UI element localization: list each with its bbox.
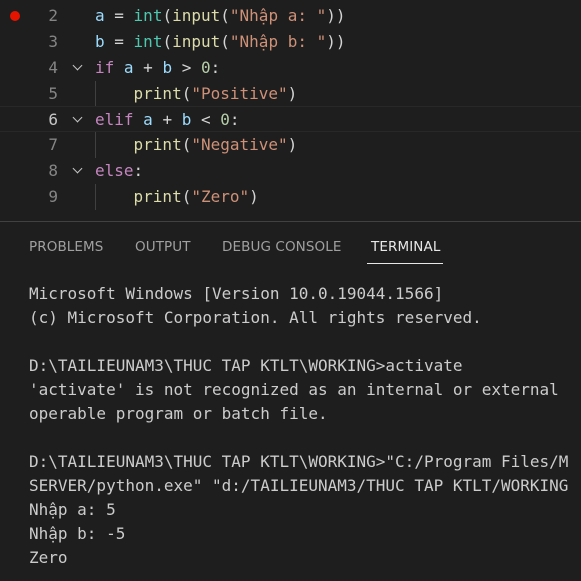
tab-debug-console[interactable]: DEBUG CONSOLE: [222, 239, 342, 255]
line-number: 8: [48, 161, 58, 180]
code-line[interactable]: 4 if a + b > 0:: [0, 55, 581, 81]
breakpoint-icon[interactable]: [10, 11, 20, 21]
line-number: 6: [48, 110, 58, 129]
terminal-line: Microsoft Windows [Version 10.0.19044.15…: [29, 284, 444, 303]
code-text[interactable]: b = int(input("Nhập b: ")): [95, 29, 346, 55]
active-tab-indicator: [367, 263, 443, 264]
terminal-line: D:\TAILIEUNAM3\THUC TAP KTLT\WORKING>act…: [29, 356, 463, 375]
fold-chevron-icon[interactable]: [72, 55, 86, 81]
line-number: 4: [48, 58, 58, 77]
terminal-line: (c) Microsoft Corporation. All rights re…: [29, 308, 482, 327]
code-line[interactable]: 3 b = int(input("Nhập b: ")): [0, 29, 581, 55]
code-text[interactable]: else:: [95, 158, 143, 184]
line-number: 5: [48, 84, 58, 103]
code-text[interactable]: a = int(input("Nhập a: ")): [95, 3, 346, 29]
code-line[interactable]: 7 print("Negative"): [0, 132, 581, 158]
terminal-line: operable program or batch file.: [29, 404, 328, 423]
fold-chevron-icon[interactable]: [72, 158, 86, 184]
code-editor[interactable]: 2 a = int(input("Nhập a: ")) 3 b = int(i…: [0, 0, 581, 221]
terminal-line: SERVER/python.exe" "d:/TAILIEUNAM3/THUC …: [29, 476, 569, 495]
code-text[interactable]: print("Negative"): [95, 132, 298, 158]
code-text[interactable]: if a + b > 0:: [95, 55, 220, 81]
terminal-line: Zero: [29, 548, 68, 567]
code-text[interactable]: print("Zero"): [95, 184, 259, 210]
terminal-line: Nhập a: 5: [29, 500, 116, 519]
tab-output[interactable]: OUTPUT: [135, 239, 191, 255]
line-number: 2: [48, 6, 58, 25]
tab-terminal[interactable]: TERMINAL: [371, 239, 440, 255]
fold-chevron-icon[interactable]: [72, 107, 86, 133]
terminal-output[interactable]: Microsoft Windows [Version 10.0.19044.15…: [29, 282, 581, 581]
terminal-line: 'activate' is not recognized as an inter…: [29, 380, 559, 399]
line-number: 7: [48, 135, 58, 154]
code-line[interactable]: 8 else:: [0, 158, 581, 184]
code-line-current[interactable]: 6 elif a + b < 0:: [0, 106, 581, 132]
terminal-line: Nhập b: -5: [29, 524, 126, 543]
terminal-line: D:\TAILIEUNAM3\THUC TAP KTLT\WORKING>"C:…: [29, 452, 569, 471]
tab-problems[interactable]: PROBLEMS: [29, 239, 103, 255]
code-line[interactable]: 2 a = int(input("Nhập a: ")): [0, 3, 581, 29]
line-number: 9: [48, 187, 58, 206]
code-line[interactable]: 5 print("Positive"): [0, 81, 581, 107]
panel-tab-bar: PROBLEMS OUTPUT DEBUG CONSOLE TERMINAL: [0, 222, 581, 264]
line-number: 3: [48, 32, 58, 51]
code-text[interactable]: print("Positive"): [95, 81, 298, 107]
code-text[interactable]: elif a + b < 0:: [95, 107, 240, 133]
code-line[interactable]: 9 print("Zero"): [0, 184, 581, 210]
